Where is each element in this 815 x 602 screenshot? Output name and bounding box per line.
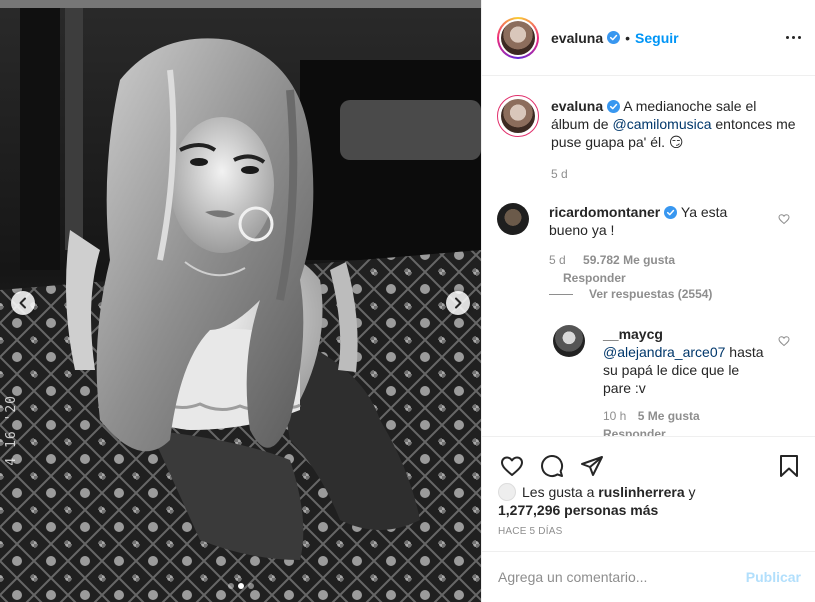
publish-button[interactable]: Publicar xyxy=(746,569,801,585)
reply-button[interactable]: Responder xyxy=(563,271,626,285)
comment-input[interactable] xyxy=(498,569,746,585)
heart-icon xyxy=(501,456,523,476)
reply-likes-link[interactable]: 5 Me gusta xyxy=(638,409,700,423)
separator-bullet: • xyxy=(625,29,631,46)
carousel-dot xyxy=(247,583,254,589)
liker-avatar[interactable] xyxy=(498,483,516,501)
view-replies-button[interactable]: Ver respuestas (2554) xyxy=(549,287,712,301)
verified-icon xyxy=(607,100,621,113)
share-icon xyxy=(581,456,603,476)
reply-mention-link[interactable]: @alejandra_arce07 xyxy=(603,344,725,360)
save-button[interactable] xyxy=(775,452,803,480)
reply-meta: 10 h 5 Me gusta Responder xyxy=(603,407,768,436)
reply-username[interactable]: __maycg xyxy=(603,326,663,342)
reply-avatar[interactable] xyxy=(553,325,585,357)
more-options-icon[interactable] xyxy=(786,36,801,39)
carousel-dot-active xyxy=(237,583,244,589)
post-photo[interactable]: 4 16 '20 xyxy=(0,0,481,602)
reply-age: 10 h xyxy=(603,409,627,423)
commenter-avatar[interactable] xyxy=(497,203,529,235)
verified-icon xyxy=(664,206,678,219)
caption-avatar[interactable] xyxy=(497,95,539,137)
reply-reply-button[interactable]: Responder xyxy=(603,427,666,436)
bookmark-icon xyxy=(780,455,798,477)
comment-like-heart-icon[interactable] xyxy=(778,213,790,225)
comment-age: 5 d xyxy=(549,253,566,267)
carousel-indicator xyxy=(0,583,481,589)
photo-datestamp: 4 16 '20 xyxy=(4,395,19,466)
caption-username[interactable]: evaluna xyxy=(551,98,603,114)
comment-likes-link[interactable]: 59.782 Me gusta xyxy=(583,253,675,267)
carousel-prev-button[interactable] xyxy=(11,291,35,315)
caption-text: evaluna A medianoche sale el álbum de @c… xyxy=(551,97,796,151)
carousel-dot xyxy=(227,583,234,589)
post-actions: Les gusta a ruslinherrera y 1,277,296 pe… xyxy=(482,436,815,524)
add-comment-bar: Publicar xyxy=(482,551,815,602)
comments-section[interactable]: evaluna A medianoche sale el álbum de @c… xyxy=(482,77,815,436)
post-caption: evaluna A medianoche sale el álbum de @c… xyxy=(497,95,796,183)
likes-summary: Les gusta a ruslinherrera y 1,277,296 pe… xyxy=(498,483,788,519)
post-header: evaluna • Seguir xyxy=(482,0,815,76)
comment-button[interactable] xyxy=(538,452,566,480)
share-button[interactable] xyxy=(578,452,606,480)
author-avatar[interactable] xyxy=(497,16,539,59)
likes-conj: y xyxy=(688,484,696,500)
comment-username[interactable]: ricardomontaner xyxy=(549,204,660,220)
comment-text: ricardomontaner Ya esta bueno ya ! xyxy=(549,203,754,239)
liker-username[interactable]: ruslinherrera xyxy=(598,484,684,500)
comment-icon xyxy=(541,455,564,477)
reply-item: __maycg @alejandra_arce07 hasta su papá … xyxy=(553,325,768,436)
view-replies-label: Ver respuestas (2554) xyxy=(589,287,713,301)
post-timestamp[interactable]: Hace 5 días xyxy=(498,526,562,537)
like-button[interactable] xyxy=(498,452,526,480)
follow-button[interactable]: Seguir xyxy=(635,30,679,46)
caption-mention-link[interactable]: @camilomusica xyxy=(612,116,711,132)
chevron-right-icon xyxy=(455,297,462,309)
likes-prefix: Les gusta a xyxy=(522,484,595,500)
photo-image xyxy=(0,0,481,602)
verified-icon xyxy=(607,31,621,44)
caption-age: 5 d xyxy=(551,167,568,181)
author-username[interactable]: evaluna xyxy=(551,30,603,46)
comment-item: ricardomontaner Ya esta bueno ya ! 5 d 5… xyxy=(497,203,754,287)
comment-meta: 5 d 59.782 Me gusta Responder xyxy=(549,251,754,287)
chevron-left-icon xyxy=(19,297,26,309)
likes-count-link[interactable]: 1,277,296 personas más xyxy=(498,502,658,518)
post-details-panel: evaluna • Seguir evaluna A medianoche sa… xyxy=(481,0,815,602)
reply-text: __maycg @alejandra_arce07 hasta su papá … xyxy=(603,325,768,397)
carousel-next-button[interactable] xyxy=(446,291,470,315)
reply-like-heart-icon[interactable] xyxy=(778,335,790,347)
